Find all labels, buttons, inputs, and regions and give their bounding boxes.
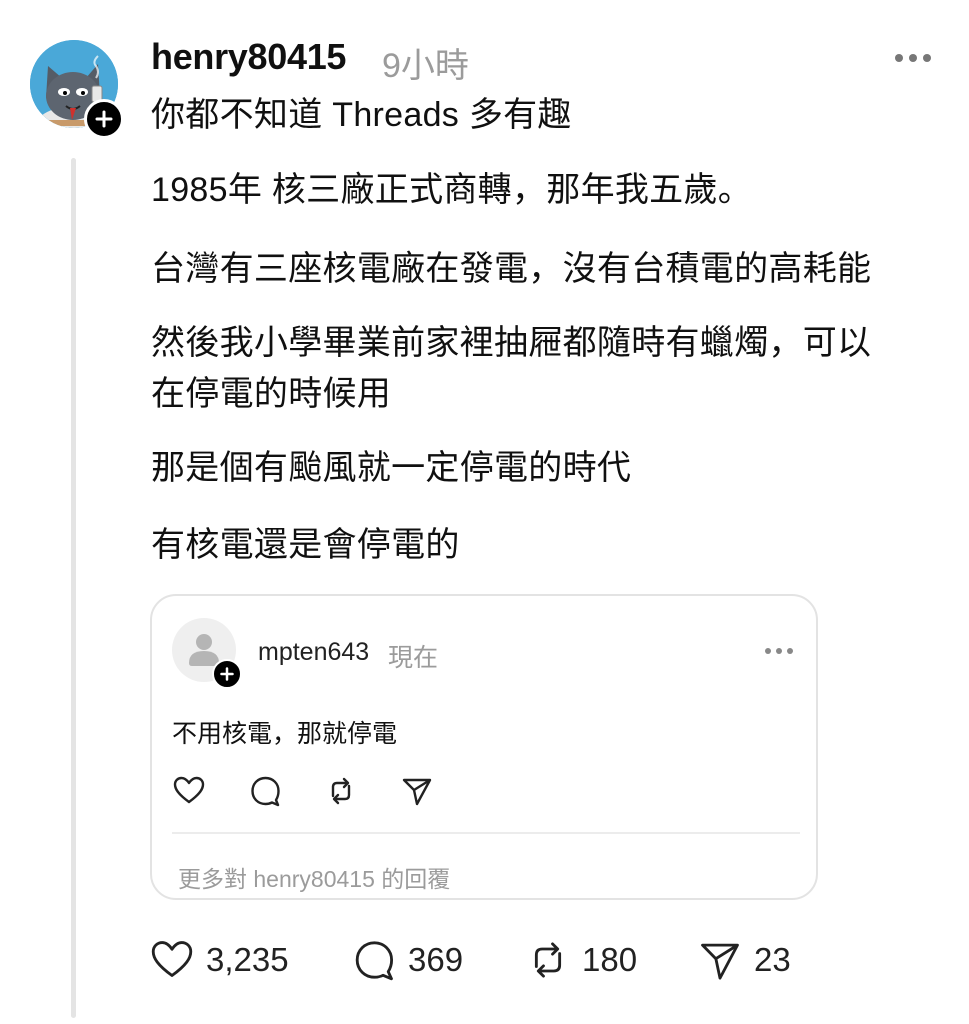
share-button[interactable]: 23 — [698, 936, 791, 984]
repost-arrows-icon — [534, 942, 562, 978]
reply-author-username[interactable]: mpten643 — [258, 638, 369, 667]
heart-icon — [151, 941, 193, 977]
paper-plane-icon[interactable] — [400, 774, 434, 808]
plus-icon — [95, 110, 113, 128]
reply-follow-button[interactable] — [212, 659, 242, 689]
post-time: 9小時 — [382, 47, 469, 85]
post-text-line: 你都不知道 Threads 多有趣 — [151, 96, 572, 134]
paper-plane-icon — [701, 943, 739, 980]
speech-bubble-icon — [355, 941, 394, 981]
reply-button[interactable]: 369 — [352, 936, 463, 984]
ellipsis-icon[interactable] — [893, 52, 933, 64]
ellipsis-icon[interactable] — [764, 646, 794, 656]
post-text-line: 然後我小學畢業前家裡抽屜都隨時有蠟燭，可以 — [151, 324, 872, 362]
reply-count: 369 — [408, 941, 464, 978]
repost-count: 180 — [582, 941, 638, 978]
post-text-line: 在停電的時候用 — [151, 375, 392, 413]
like-count: 3,235 — [206, 941, 289, 978]
post-text-line: 有核電還是會停電的 — [151, 526, 460, 564]
heart-icon[interactable] — [172, 774, 206, 808]
share-count: 23 — [754, 941, 791, 978]
repost-arrows-icon[interactable] — [324, 774, 358, 808]
post-text-line: 1985年 核三廠正式商轉，那年我五歲。 — [151, 171, 753, 209]
reply-text: 不用核電，那就停電 — [172, 720, 398, 748]
speech-bubble-icon[interactable] — [248, 774, 282, 808]
thread-connector-line — [71, 158, 76, 1018]
repost-button[interactable]: 180 — [526, 936, 637, 984]
follow-button[interactable] — [84, 99, 124, 139]
post-text-line: 那是個有颱風就一定停電的時代 — [151, 449, 632, 487]
reply-time: 現在 — [388, 644, 439, 672]
post-text-line: 台灣有三座核電廠在發電，沒有台積電的高耗能 — [151, 250, 872, 288]
author-username[interactable]: henry80415 — [151, 36, 346, 78]
plus-icon — [220, 667, 234, 681]
quoted-reply-card[interactable]: mpten643 現在 不用核電，那就停電 更多對 henry80415 的回覆 — [150, 594, 818, 900]
more-replies-link[interactable]: 更多對 henry80415 的回覆 — [178, 860, 450, 894]
like-button[interactable]: 3,235 — [150, 936, 289, 984]
reply-divider — [172, 832, 800, 834]
